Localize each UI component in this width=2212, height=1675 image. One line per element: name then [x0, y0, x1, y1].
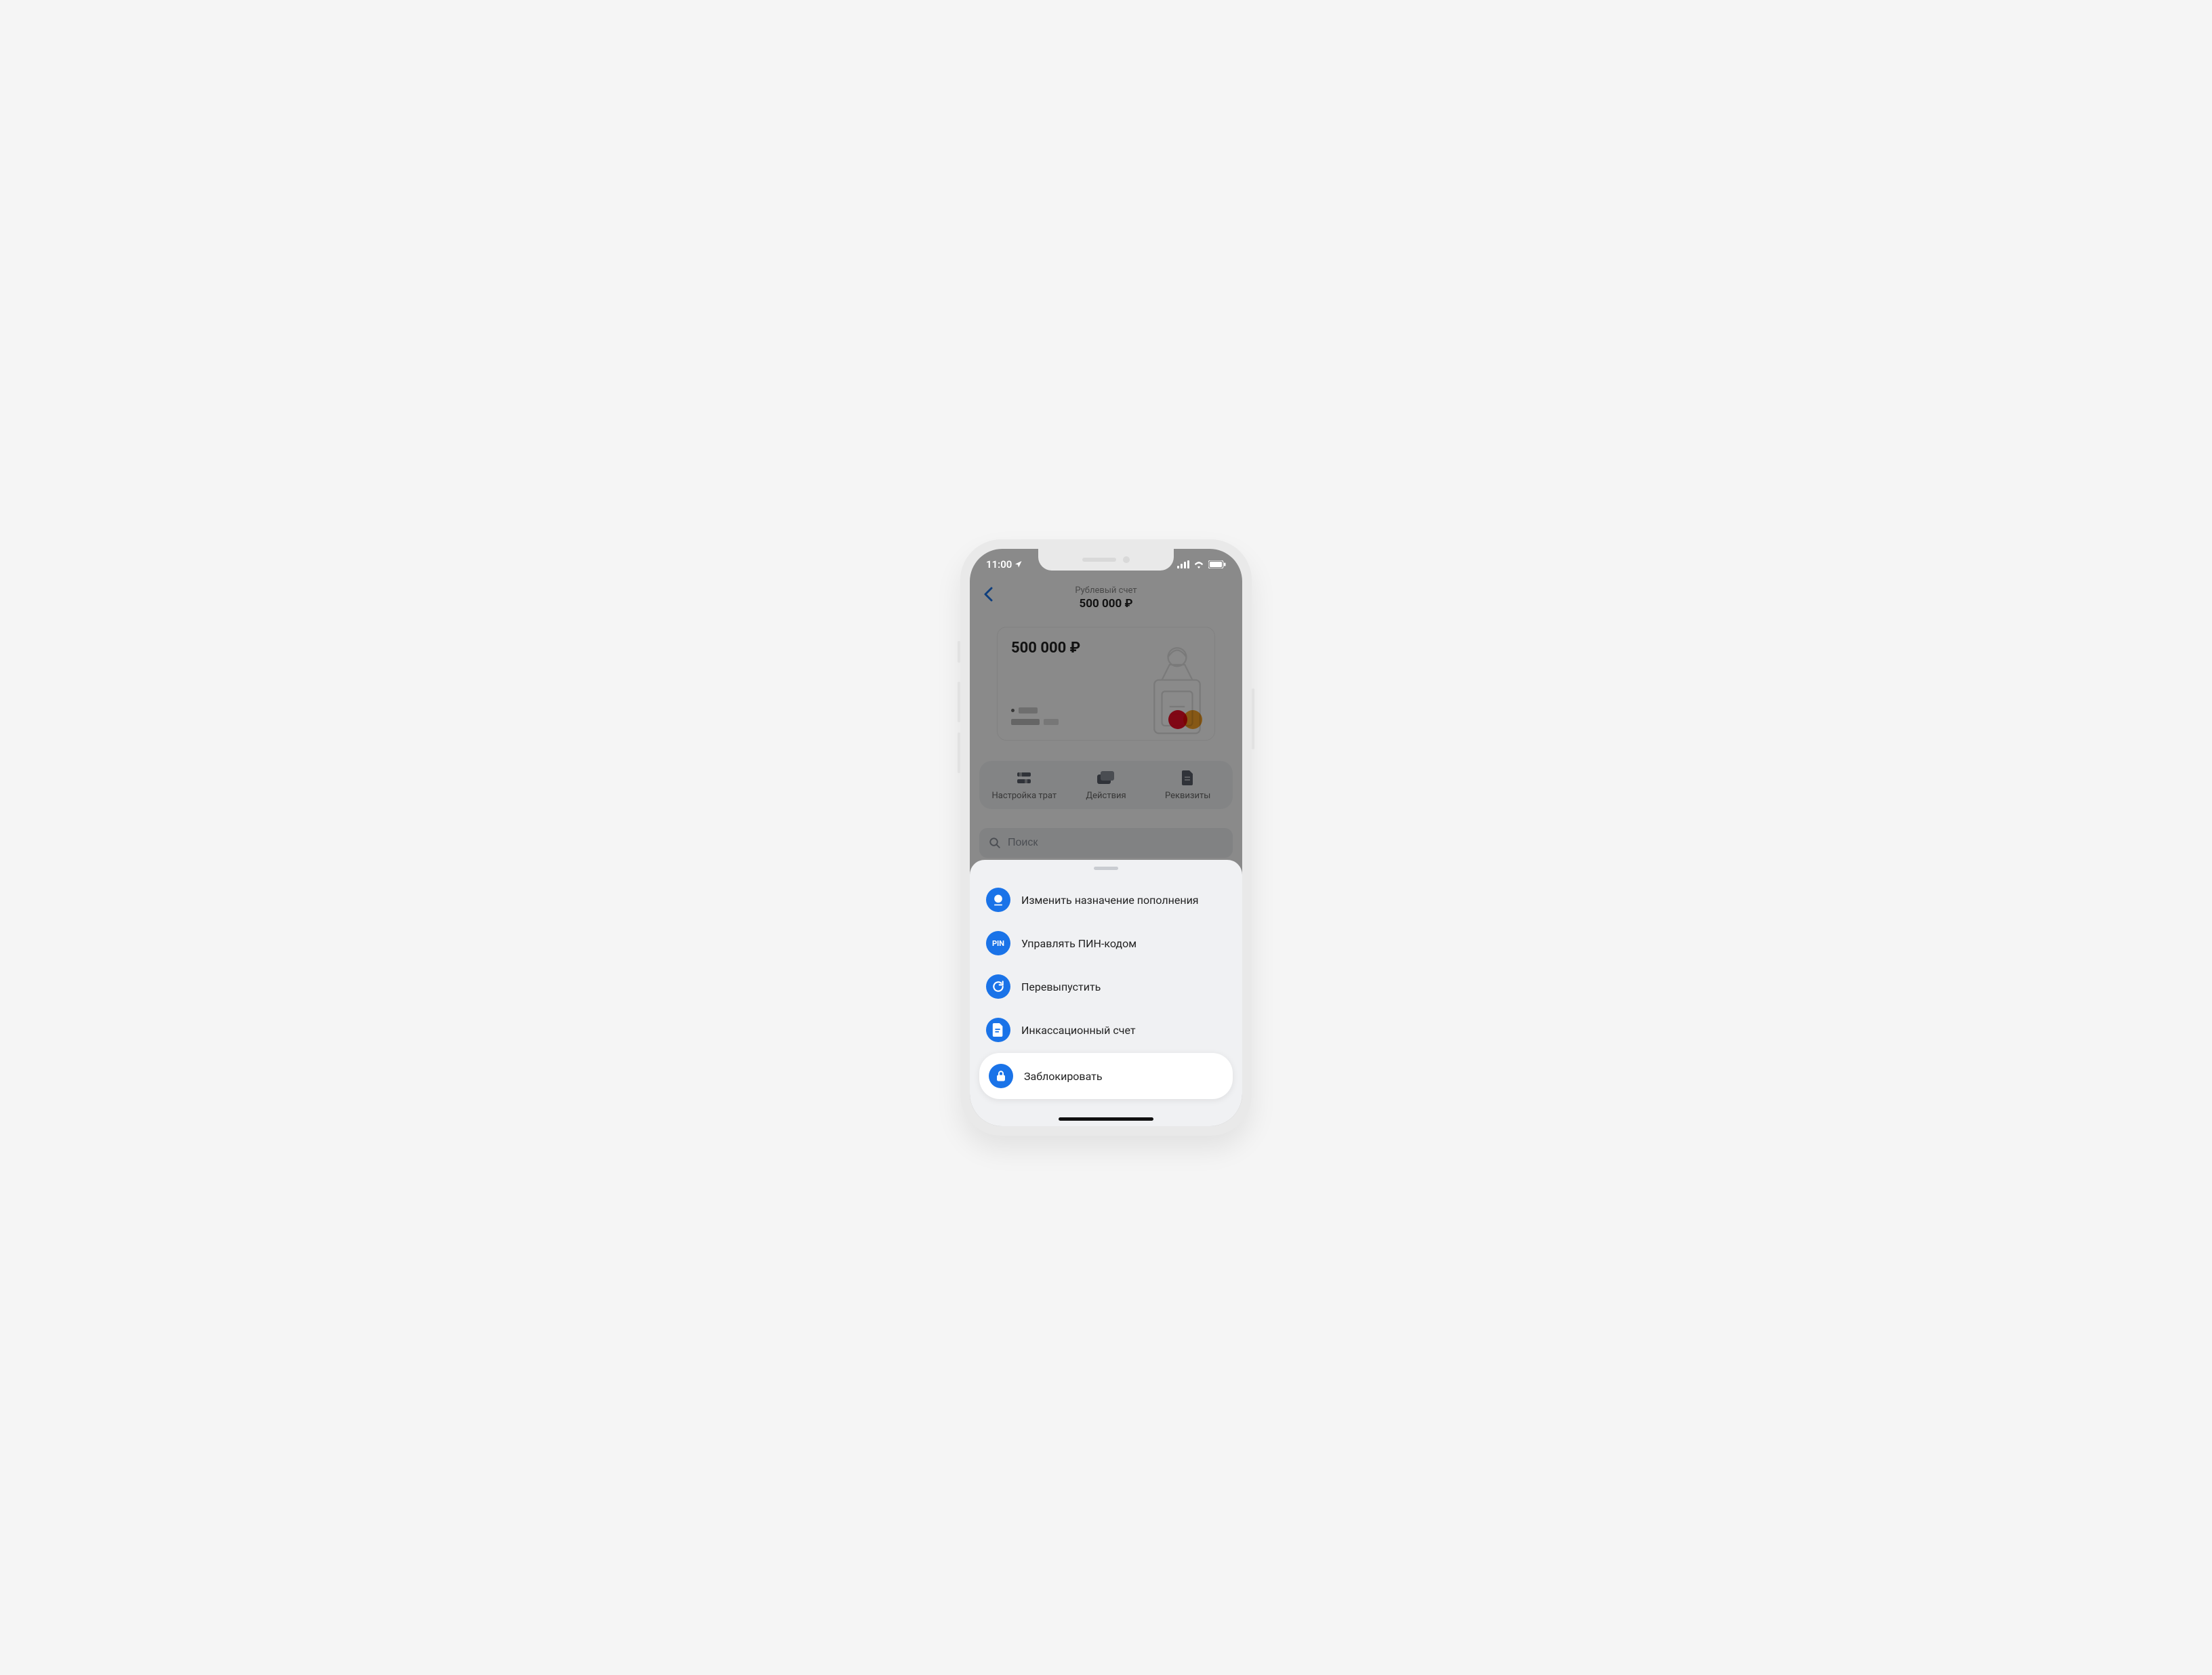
- wifi-icon: [1193, 560, 1204, 568]
- sheet-item-manage-pin[interactable]: PIN Управлять ПИН-кодом: [979, 923, 1233, 964]
- header-subtitle: Рублевый счет: [970, 585, 1242, 596]
- sheet-item-label: Перевыпустить: [1021, 980, 1101, 993]
- mastercard-icon: [1168, 709, 1202, 730]
- status-time: 11:00: [986, 558, 1012, 571]
- sheet-item-block[interactable]: Заблокировать: [979, 1053, 1233, 1099]
- sheet-item-collection-account[interactable]: Инкассационный счет: [979, 1010, 1233, 1050]
- lock-icon: [989, 1064, 1013, 1088]
- cards-stack-icon: [1097, 770, 1115, 785]
- sheet-item-label: Заблокировать: [1024, 1070, 1103, 1083]
- document-icon: [986, 1018, 1010, 1042]
- phone-notch: [1038, 549, 1174, 571]
- header: Рублевый счет 500 000 ₽: [970, 580, 1242, 620]
- phone-button-volume-down: [958, 732, 960, 773]
- quick-action-label: Настройка трат: [991, 791, 1057, 801]
- phone-frame: 11:00 Рублевый счет 500 000 ₽ 500 000 ₽: [960, 539, 1252, 1136]
- refresh-icon: [986, 974, 1010, 999]
- sheet-grabber[interactable]: [1094, 867, 1118, 870]
- quick-action-label: Реквизиты: [1165, 791, 1210, 801]
- quick-action-details[interactable]: Реквизиты: [1147, 770, 1229, 801]
- document-icon: [1179, 770, 1197, 785]
- location-arrow-icon: [1015, 560, 1023, 568]
- chevron-left-icon: [983, 587, 993, 602]
- sheet-item-label: Управлять ПИН-кодом: [1021, 937, 1136, 950]
- home-indicator[interactable]: [1059, 1117, 1153, 1121]
- sliders-icon: [1015, 770, 1033, 785]
- svg-text:₽: ₽: [996, 896, 1001, 903]
- phone-button-silence: [958, 641, 960, 663]
- search-field[interactable]: [979, 828, 1233, 858]
- header-balance: 500 000 ₽: [970, 597, 1242, 611]
- card-masked-number: [1011, 707, 1059, 725]
- sheet-item-label: Инкассационный счет: [1021, 1024, 1136, 1037]
- quick-action-spending[interactable]: Настройка трат: [983, 770, 1065, 801]
- quick-action-actions[interactable]: Действия: [1065, 770, 1147, 801]
- pin-icon: PIN: [986, 931, 1010, 955]
- search-icon: [989, 837, 1001, 849]
- cellular-icon: [1177, 560, 1189, 568]
- phone-button-volume-up: [958, 682, 960, 722]
- quick-action-label: Действия: [1086, 791, 1126, 801]
- search-input[interactable]: [1008, 837, 1223, 849]
- quick-actions: Настройка трат Действия Реквизиты: [979, 761, 1233, 809]
- sheet-item-reissue[interactable]: Перевыпустить: [979, 966, 1233, 1007]
- sheet-item-label: Изменить назначение пополнения: [1021, 894, 1199, 907]
- ruble-coin-icon: ₽: [986, 888, 1010, 912]
- sheet-item-change-purpose[interactable]: ₽ Изменить назначение пополнения: [979, 880, 1233, 920]
- battery-icon: [1208, 560, 1226, 568]
- back-button[interactable]: [978, 584, 998, 604]
- actions-bottom-sheet[interactable]: ₽ Изменить назначение пополнения PIN Упр…: [970, 860, 1242, 1126]
- account-card[interactable]: 500 000 ₽: [997, 627, 1215, 741]
- phone-button-power: [1252, 688, 1254, 749]
- sheet-list: ₽ Изменить назначение пополнения PIN Упр…: [979, 880, 1233, 1099]
- screen: 11:00 Рублевый счет 500 000 ₽ 500 000 ₽: [970, 549, 1242, 1126]
